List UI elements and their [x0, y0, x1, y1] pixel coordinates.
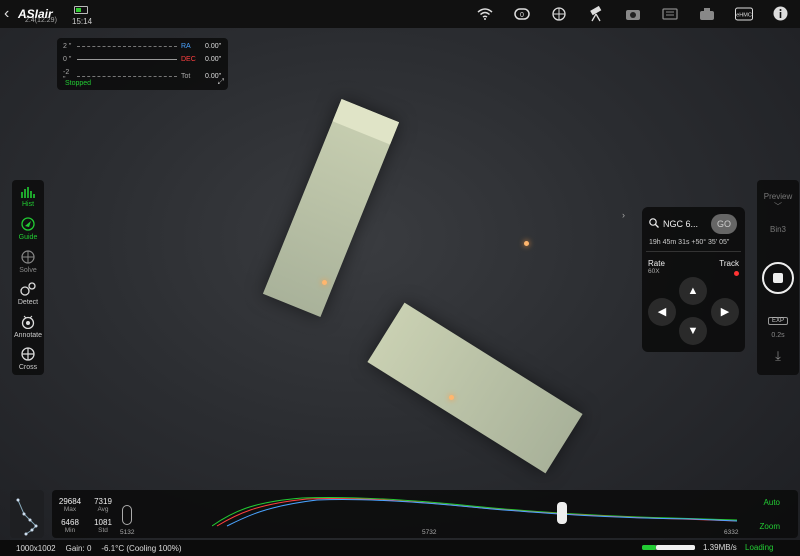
resolution-text: 1000x1002: [16, 543, 56, 553]
expand-icon[interactable]: ⤢: [218, 77, 224, 87]
detect-icon: [12, 282, 44, 299]
auto-stretch-button[interactable]: Auto: [764, 498, 780, 507]
ra-value: 0.00": [205, 43, 222, 50]
gain-text: Gain: 0: [65, 543, 92, 553]
collapse-panel-icon[interactable]: ›: [622, 210, 625, 220]
annotate-icon: [12, 315, 44, 332]
tool-guide-label: Guide: [18, 234, 38, 241]
mount-control-panel: NGC 6... GO 19h 45m 31s +50° 35' 05" Rat…: [642, 207, 745, 352]
bin-setting[interactable]: Bin3: [757, 225, 799, 234]
status-bar: 1000x1002 Gain: 0 -6.1°C (Cooling 100%) …: [0, 540, 800, 556]
tool-hist-label: Hist: [21, 201, 35, 208]
tool-hist[interactable]: Hist: [12, 186, 44, 208]
tool-solve[interactable]: Solve: [12, 250, 44, 274]
ra-label: RA: [181, 43, 191, 50]
zoom-button[interactable]: Zoom: [760, 522, 780, 531]
dec-label: DEC: [181, 56, 196, 63]
app-version: 2.4(12.29): [25, 17, 57, 24]
transfer-progress-bar: [642, 545, 695, 550]
info-icon[interactable]: [771, 4, 790, 23]
histogram-scale-mid: 5732: [422, 529, 437, 536]
filter-icon[interactable]: [660, 4, 679, 23]
ehmc-icon[interactable]: eHMC: [734, 4, 753, 23]
right-shoot-bar: Preview ﹀ Bin3 EXP 0.2s ⤓: [757, 180, 799, 375]
telescope-icon[interactable]: [586, 4, 605, 23]
tape-object: [262, 99, 400, 317]
mount-icon[interactable]: [549, 4, 568, 23]
battery-icon: [74, 6, 88, 14]
stat-min: 6468 Min: [61, 518, 79, 534]
y-tick: 2 ": [63, 43, 72, 50]
back-icon[interactable]: ‹: [4, 5, 18, 23]
rate-selector[interactable]: Rate 60X: [648, 259, 665, 275]
tool-detect[interactable]: Detect: [12, 282, 44, 306]
north-arrow-button[interactable]: ▲: [679, 277, 707, 305]
stop-capture-button[interactable]: [762, 262, 794, 294]
search-icon: [649, 218, 659, 230]
tool-cross-label: Cross: [18, 364, 38, 371]
guide-icon: [12, 217, 44, 234]
constellation-icon[interactable]: [10, 490, 44, 538]
go-button[interactable]: GO: [711, 214, 737, 234]
loading-status: Loading: [745, 543, 774, 552]
star: [322, 280, 327, 285]
dec-value: 0.00": [205, 56, 222, 63]
track-toggle[interactable]: Track: [719, 259, 739, 278]
tool-detect-label: Detect: [17, 299, 39, 306]
mode-preview[interactable]: Preview ﹀: [757, 192, 799, 212]
exposure-icon[interactable]: EXP: [768, 317, 788, 325]
rate-label: Rate: [648, 259, 665, 268]
temperature-text: -6.1°C (Cooling 100%): [101, 543, 182, 553]
focuser-icon[interactable]: 0: [512, 4, 531, 23]
histogram-panel[interactable]: 29684 Max 7319 Avg 6468 Min 1081 Std 5132 57…: [52, 490, 798, 538]
left-toolbar: Hist Guide Solve Detect Annotate Cross: [12, 180, 44, 375]
star: [449, 395, 454, 400]
histogram-slider-handle[interactable]: [557, 502, 567, 524]
camera-icon[interactable]: [623, 4, 642, 23]
guide-graph-panel[interactable]: 2 " RA 0.00" 0 " DEC 0.00" -2 " Tot 0.00…: [57, 38, 228, 90]
toolbar-icons: 0 eHMC: [475, 4, 790, 23]
tool-annotate-label: Annotate: [13, 332, 43, 339]
solve-icon: [12, 250, 44, 267]
chevron-down-icon: ﹀: [774, 202, 782, 211]
tool-guide[interactable]: Guide: [12, 217, 44, 241]
east-arrow-button[interactable]: ▶: [711, 298, 739, 326]
rate-value: 60X: [648, 268, 660, 275]
target-name: NGC 6...: [663, 219, 699, 229]
histogram-lock-icon[interactable]: [122, 505, 132, 525]
stat-max: 29684 Max: [58, 497, 82, 513]
top-bar: ‹ ASIair 2.4(12.29) 15:14 0 eHMC: [0, 0, 800, 28]
guide-camera-icon[interactable]: [697, 4, 716, 23]
svg-text:eHMC: eHMC: [736, 12, 752, 18]
tot-label: Tot: [181, 72, 191, 80]
star: [524, 241, 529, 246]
tool-annotate[interactable]: Annotate: [12, 315, 44, 339]
target-coords: 19h 45m 31s +50° 35' 05": [649, 239, 730, 246]
tool-cross[interactable]: Cross: [12, 347, 44, 371]
track-status-dot: [734, 271, 739, 276]
histogram-scale-max: 6332: [724, 529, 739, 536]
exposure-value: 0.2s: [771, 332, 785, 339]
target-search[interactable]: NGC 6... GO: [646, 211, 741, 237]
svg-text:0: 0: [520, 12, 524, 19]
tape-object: [367, 302, 583, 474]
histogram-scale-min: 5132: [120, 529, 135, 536]
download-icon[interactable]: ⤓: [757, 348, 799, 364]
guide-status: Stopped: [65, 80, 92, 87]
west-arrow-button[interactable]: ◀: [648, 298, 676, 326]
wifi-icon[interactable]: [475, 4, 494, 23]
track-label: Track: [719, 259, 739, 268]
clock: 15:14: [72, 17, 93, 26]
transfer-speed: 1.39MB/s: [703, 543, 737, 552]
south-arrow-button[interactable]: ▼: [679, 317, 707, 345]
stat-std: 1081 Std: [94, 518, 112, 534]
histogram-curve: [212, 496, 737, 527]
histogram-icon: [12, 186, 44, 201]
crosshair-icon: [12, 347, 44, 364]
stat-avg: 7319 Avg: [94, 497, 112, 513]
tool-solve-label: Solve: [19, 267, 37, 274]
y-tick: 0 ": [63, 56, 72, 63]
